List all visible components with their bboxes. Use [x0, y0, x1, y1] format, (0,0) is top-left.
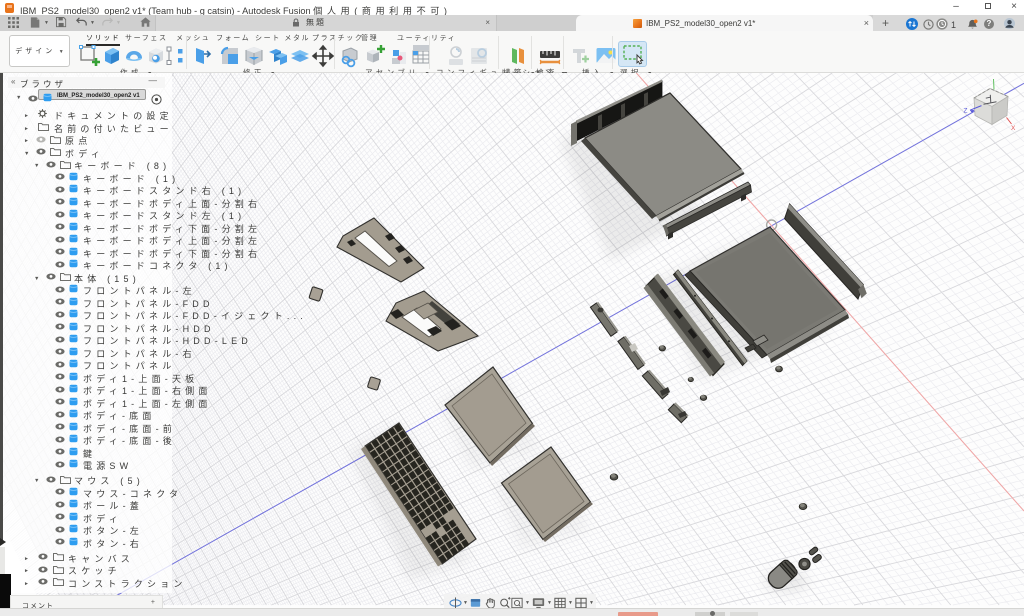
svg-text:Z: Z: [964, 108, 968, 115]
svg-text:X: X: [1011, 125, 1016, 132]
